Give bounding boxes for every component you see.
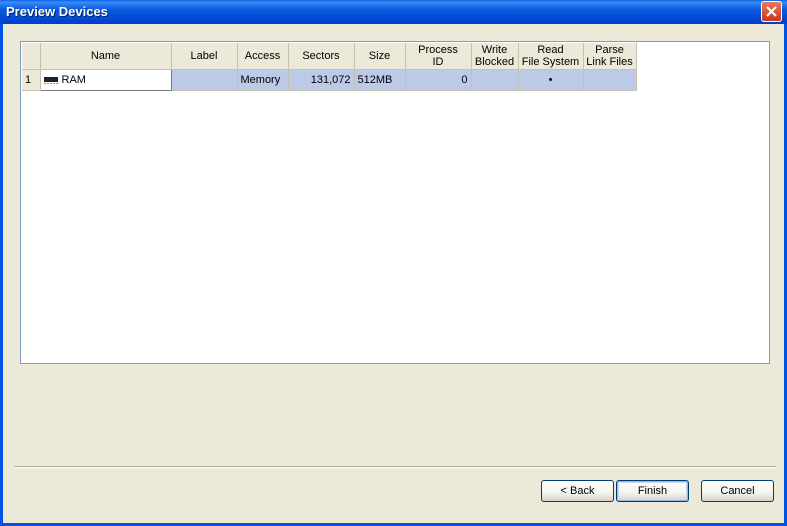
col-header-label[interactable]: Label (171, 43, 238, 70)
ram-chip-icon (43, 77, 58, 85)
cell-write-blocked[interactable] (471, 69, 519, 91)
col-header-sectors[interactable]: Sectors (288, 43, 355, 70)
cell-parse-link-files[interactable] (583, 69, 637, 91)
cell-access: Memory (237, 69, 289, 91)
cell-name[interactable]: RAM (39, 69, 172, 91)
devices-grid[interactable]: Name Label Access Sectors Size Process ID… (20, 41, 770, 364)
preview-devices-dialog: Preview Devices Name Label Access Sector… (0, 0, 787, 526)
col-header-access[interactable]: Access (237, 43, 289, 70)
col-header-rownum (22, 43, 41, 70)
cell-size: 512MB (354, 69, 406, 91)
cell-read-file-system[interactable]: • (518, 69, 584, 91)
finish-button[interactable]: Finish (616, 480, 689, 502)
cell-process-id: 0 (405, 69, 472, 91)
device-name: RAM (61, 74, 86, 86)
row-number: 1 (22, 69, 41, 91)
window-title: Preview Devices (6, 4, 108, 19)
back-button[interactable]: < Back (541, 480, 614, 502)
col-header-size[interactable]: Size (354, 43, 406, 70)
col-header-read-file-system[interactable]: Read File System (518, 43, 584, 70)
title-bar[interactable]: Preview Devices (0, 0, 787, 24)
button-separator (14, 466, 776, 468)
col-header-parse-link-files[interactable]: Parse Link Files (583, 43, 637, 70)
cell-label[interactable] (171, 69, 238, 91)
col-header-process-id[interactable]: Process ID (405, 43, 472, 70)
close-button[interactable] (761, 1, 782, 22)
close-icon (766, 6, 777, 17)
cancel-button[interactable]: Cancel (701, 480, 774, 502)
col-header-write-blocked[interactable]: Write Blocked (471, 43, 519, 70)
cell-sectors: 131,072 (288, 69, 355, 91)
devices-table: Name Label Access Sectors Size Process ID… (22, 43, 637, 91)
col-header-name[interactable]: Name (40, 43, 172, 70)
table-row[interactable]: 1 RAM Memory 131,072 512MB 0 • (22, 69, 637, 91)
header-row: Name Label Access Sectors Size Process ID… (22, 43, 637, 70)
